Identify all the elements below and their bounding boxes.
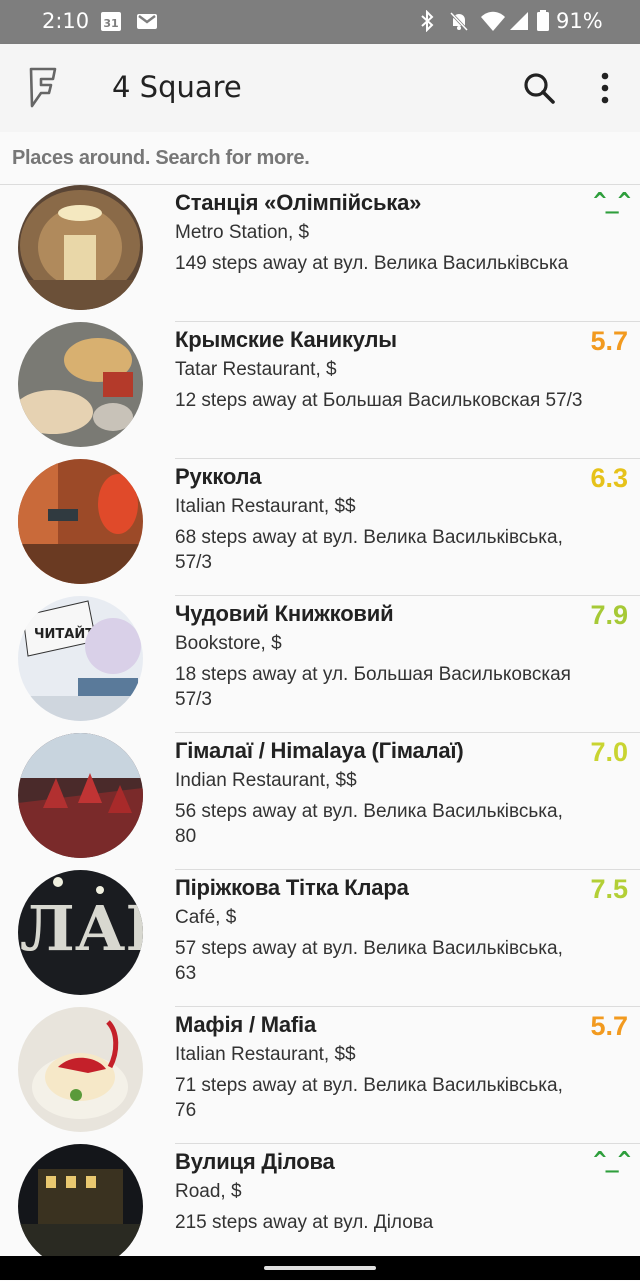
search-hint-text: Places around. Search for more. xyxy=(12,147,310,169)
place-name: Мафія / Mafia xyxy=(175,1012,317,1037)
calendar-icon: 31 xyxy=(101,12,121,31)
foursquare-logo-icon[interactable] xyxy=(26,66,60,110)
place-photo xyxy=(18,733,143,858)
home-gesture-handle[interactable] xyxy=(264,1266,376,1270)
place-address: 56 steps away at вул. Велика Васильківсь… xyxy=(175,801,563,847)
place-rating: 6.3 xyxy=(590,463,628,493)
place-rating: 7.9 xyxy=(590,600,628,630)
place-row[interactable]: Руккола Italian Restaurant, $$ 68 steps … xyxy=(0,459,640,596)
app-title: 4 Square xyxy=(112,70,242,104)
system-nav-bar xyxy=(0,1256,640,1280)
place-photo xyxy=(18,322,143,447)
place-row[interactable]: Крымские Каникулы Tatar Restaurant, $ 12… xyxy=(0,322,640,459)
search-hint-bar: Places around. Search for more. xyxy=(0,132,640,185)
gmail-icon xyxy=(137,14,157,29)
place-category: Café, $ xyxy=(175,907,237,928)
place-rating: 7.0 xyxy=(590,737,628,767)
bluetooth-icon xyxy=(421,10,434,32)
place-photo xyxy=(18,1007,143,1132)
place-name: Руккола xyxy=(175,464,262,489)
place-name: Піріжкова Тітка Клара xyxy=(175,875,409,900)
place-rating: 5.7 xyxy=(590,326,628,356)
place-category: Italian Restaurant, $$ xyxy=(175,496,356,517)
more-options-icon[interactable] xyxy=(592,66,618,110)
place-category: Bookstore, $ xyxy=(175,633,282,654)
place-row[interactable]: ЛАЦ Піріжкова Тітка Клара Café, $ 57 ste… xyxy=(0,870,640,1007)
place-address: 149 steps away at вул. Велика Васильківс… xyxy=(175,253,569,274)
place-row[interactable]: ЧИТАЙТЕ Чудовий Книжковий Bookstore, $ 1… xyxy=(0,596,640,733)
place-category: Indian Restaurant, $$ xyxy=(175,770,357,791)
place-address: 68 steps away at вул. Велика Васильківсь… xyxy=(175,527,563,573)
place-address: 71 steps away at вул. Велика Васильківсь… xyxy=(175,1075,563,1121)
place-address: 57 steps away at вул. Велика Васильківсь… xyxy=(175,938,563,984)
wifi-icon xyxy=(481,11,505,31)
place-photo: ЛАЦ xyxy=(18,870,143,995)
app-bar: 4 Square xyxy=(0,44,640,132)
place-category: Tatar Restaurant, $ xyxy=(175,359,337,380)
place-score-face: ^_^ xyxy=(593,1148,631,1173)
place-row[interactable]: Мафія / Mafia Italian Restaurant, $$ 71 … xyxy=(0,1007,640,1144)
search-icon[interactable] xyxy=(522,68,558,108)
place-name: Вулиця Ділова xyxy=(175,1149,335,1174)
svg-text:ЛАЦ: ЛАЦ xyxy=(20,892,143,965)
place-category: Road, $ xyxy=(175,1181,242,1202)
signal-icon xyxy=(510,12,528,30)
status-bar: 2:10 31 91% xyxy=(0,0,640,44)
place-name: Чудовий Книжковий xyxy=(175,601,394,626)
place-row[interactable]: Гімалаї / Himalaya (Гімалаї) Indian Rest… xyxy=(0,733,640,870)
place-name: Станція «Олімпійська» xyxy=(175,190,422,215)
place-score-face: ^_^ xyxy=(593,189,631,214)
place-photo: ЧИТАЙТЕ xyxy=(18,596,143,721)
place-category: Metro Station, $ xyxy=(175,222,310,243)
place-name: Крымские Каникулы xyxy=(175,327,397,352)
place-photo xyxy=(18,1144,143,1269)
place-address: 12 steps away at Большая Васильковская 5… xyxy=(175,390,583,411)
battery-icon xyxy=(537,10,549,31)
place-photo xyxy=(18,185,143,310)
place-rating: 7.5 xyxy=(590,874,628,904)
svg-text:31: 31 xyxy=(103,17,118,30)
place-photo xyxy=(18,459,143,584)
place-address: 18 steps away at ул. Большая Васильковск… xyxy=(175,664,571,710)
status-time: 2:10 xyxy=(42,9,90,33)
place-category: Italian Restaurant, $$ xyxy=(175,1044,356,1065)
places-list: Станція «Олімпійська» Metro Station, $ 1… xyxy=(0,185,640,1281)
battery-percent: 91% xyxy=(556,9,603,33)
place-rating: 5.7 xyxy=(590,1011,628,1041)
place-address: 215 steps away at вул. Ділова xyxy=(175,1212,434,1233)
place-name: Гімалаї / Himalaya (Гімалаї) xyxy=(175,738,464,763)
place-row[interactable]: Станція «Олімпійська» Metro Station, $ 1… xyxy=(0,185,640,322)
mute-bell-icon xyxy=(449,11,469,32)
